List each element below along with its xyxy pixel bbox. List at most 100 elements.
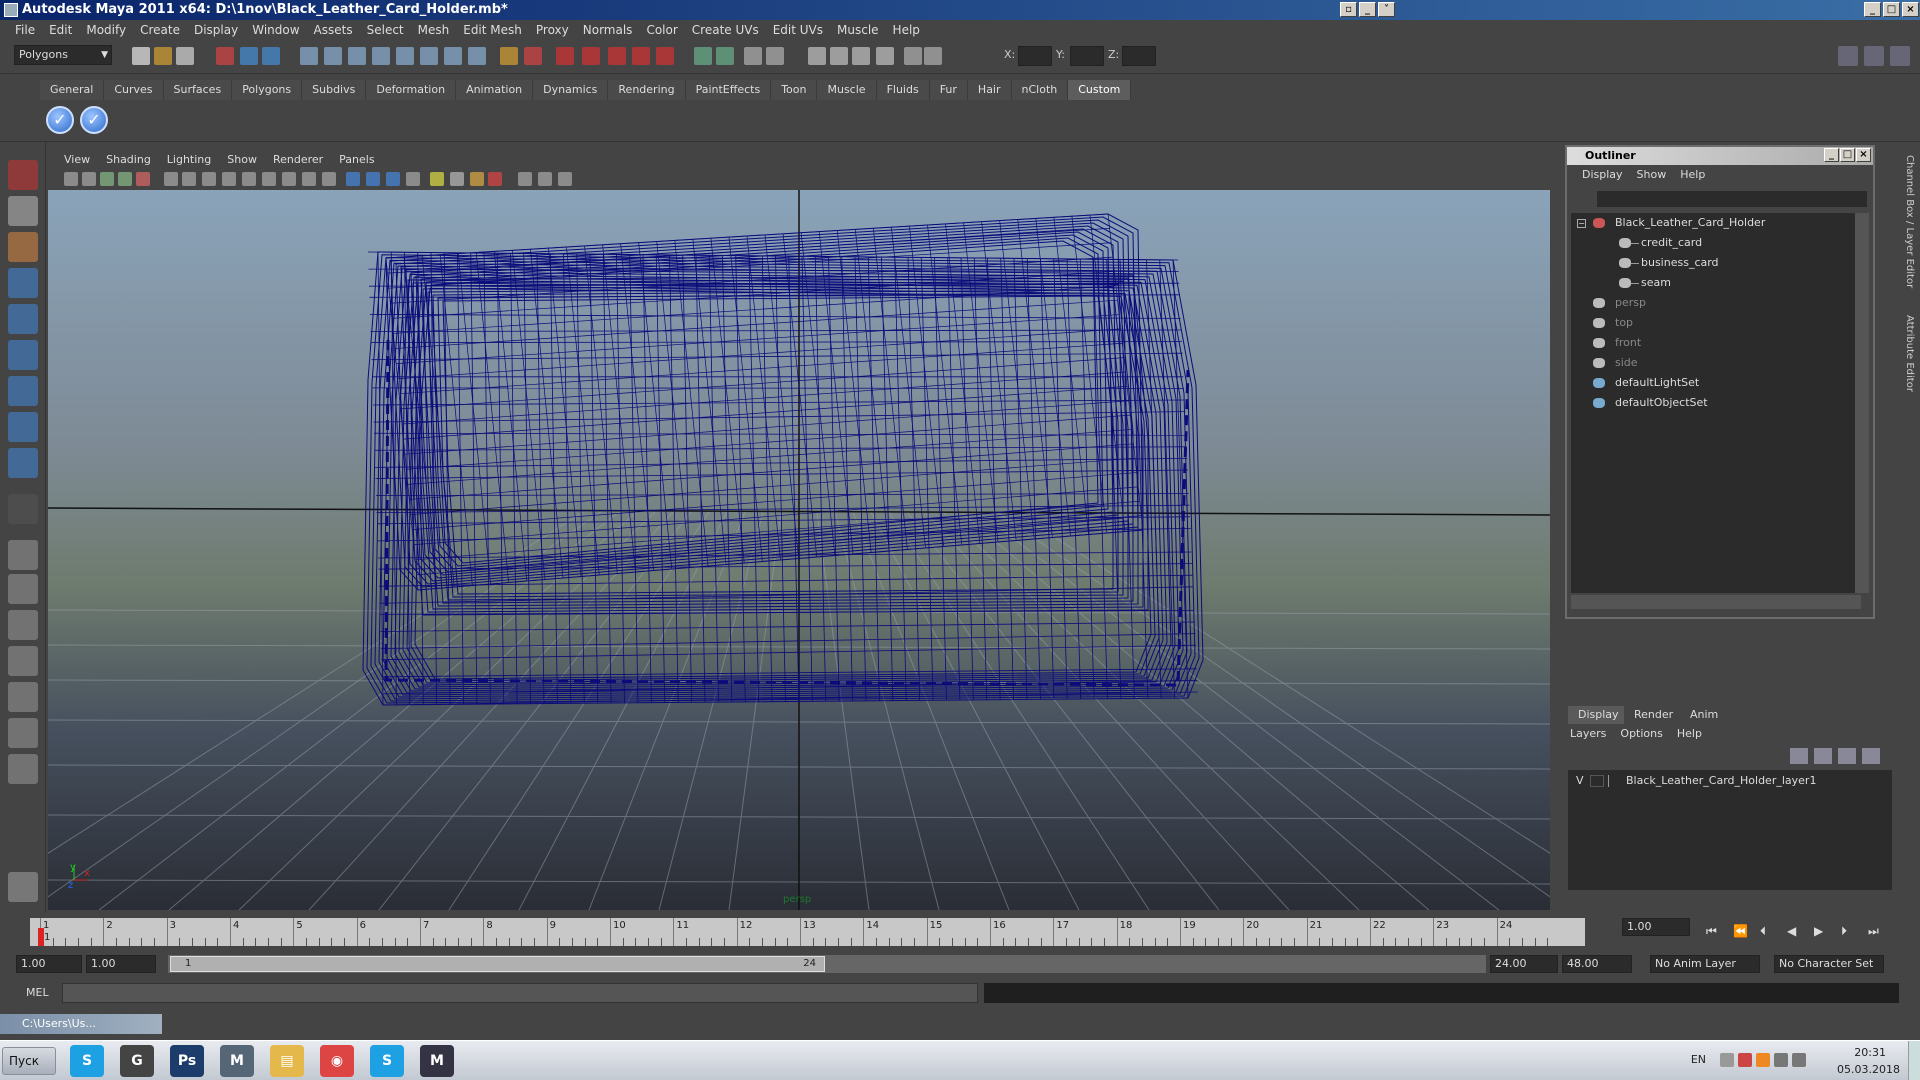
range-slider-thumb[interactable]: 1 24 [170,956,825,972]
menu-window[interactable]: Window [245,23,306,37]
command-language-label[interactable]: MEL [26,986,49,999]
layer-template-toggle[interactable] [1590,775,1604,787]
minimized-child-window[interactable]: C:\Users\Us... [0,1014,162,1034]
status-tool-icon[interactable] [240,47,258,65]
status-tool-icon[interactable] [656,47,674,65]
window-minimize-button[interactable]: _ [1864,2,1881,17]
outliner-scrollbar[interactable] [1855,213,1869,593]
status-tool-icon[interactable] [262,47,280,65]
menu-edit-uvs[interactable]: Edit UVs [766,23,830,37]
layer-tab-display[interactable]: Display [1568,706,1629,724]
menu-modify[interactable]: Modify [79,23,133,37]
viewport-menu-view[interactable]: View [56,153,98,166]
lasso-tool-icon[interactable] [8,196,38,226]
status-tool-icon[interactable] [396,47,414,65]
clock-date[interactable]: 05.03.2018 [1837,1063,1900,1076]
shelf-tab-custom[interactable]: Custom [1068,80,1132,100]
status-tool-icon[interactable] [744,47,762,65]
viewport-menu-renderer[interactable]: Renderer [265,153,331,166]
layer-menu-layers[interactable]: Layers [1570,727,1606,740]
layer-visibility-toggle[interactable]: V [1576,772,1584,790]
status-tool-icon[interactable] [468,47,486,65]
viewport-toolbar-icon[interactable] [262,172,276,186]
shelf-tab-rendering[interactable]: Rendering [608,80,686,100]
menu-mesh[interactable]: Mesh [411,23,457,37]
status-tool-icon[interactable] [852,47,870,65]
step-forward-frame-icon[interactable]: ⏵ [1841,924,1847,939]
layer-menu-help[interactable]: Help [1677,727,1702,740]
chevron-down-icon[interactable]: ˅ [1378,2,1395,17]
menu-proxy[interactable]: Proxy [529,23,576,37]
viewport-toolbar-icon[interactable] [450,172,464,186]
show-manipulator-icon[interactable] [8,448,38,478]
soft-mod-tool-icon[interactable] [8,412,38,442]
custom-shelf-check-icon-2[interactable]: ✓ [80,106,108,134]
layer-tab-anim[interactable]: Anim [1680,706,1729,724]
channel-box-toggle-icon[interactable] [1864,46,1884,66]
outliner-menu-show[interactable]: Show [1630,168,1674,181]
y-field[interactable] [1070,46,1104,66]
clock-time[interactable]: 20:31 [1854,1046,1886,1059]
new-layer-selected-icon[interactable] [1814,748,1832,764]
language-indicator[interactable]: EN [1691,1053,1706,1066]
viewport-toolbar-icon[interactable] [222,172,236,186]
maya-icon[interactable]: M [220,1045,254,1077]
outliner-menu-help[interactable]: Help [1673,168,1712,181]
menu-file[interactable]: File [8,23,42,37]
layout-four-icon[interactable] [8,574,38,604]
tray-app-icon[interactable] [1738,1053,1752,1067]
move-layer-down-icon[interactable] [1862,748,1880,764]
status-tool-icon[interactable] [808,47,826,65]
move-layer-up-icon[interactable] [1838,748,1856,764]
time-slider-bar[interactable]: 1 2 3 4 5 6 7 8 9 10 11 12 13 14 15 16 17 18 19 20 21 22 23 24 1 [30,918,1585,946]
layer-tab-render[interactable]: Render [1624,706,1684,724]
viewport-toolbar-icon[interactable] [470,172,484,186]
move-tool-icon[interactable] [8,268,38,298]
z-field[interactable] [1122,46,1156,66]
status-tool-icon[interactable] [154,47,172,65]
play-backward-icon[interactable]: ◀ [1787,924,1796,938]
status-tool-icon[interactable] [300,47,318,65]
menu-assets[interactable]: Assets [307,23,360,37]
outliner-hscrollbar[interactable] [1571,595,1861,609]
shelf-tab-surfaces[interactable]: Surfaces [163,80,233,100]
viewport-toolbar-icon[interactable] [346,172,360,186]
attribute-editor-tab[interactable]: Attribute Editor [1904,315,1915,392]
outliner-titlebar[interactable]: Outliner _ □ × [1567,147,1873,165]
animation-start-field[interactable]: 1.00 [16,955,82,973]
status-tool-icon[interactable] [216,47,234,65]
status-tool-icon[interactable] [582,47,600,65]
window-maximize-button[interactable]: □ [1883,2,1900,17]
layout-outliner-icon[interactable] [8,610,38,640]
perspective-viewport[interactable]: y x z persp [48,190,1550,910]
viewport-menu-shading[interactable]: Shading [98,153,159,166]
shelf-tab-painteffects[interactable]: PaintEffects [685,80,772,100]
tray-arrow-icon[interactable] [1720,1053,1734,1067]
status-tool-icon[interactable] [830,47,848,65]
quick-layout-icon[interactable] [8,872,38,902]
last-tool-icon[interactable] [8,494,38,524]
menu-create-uvs[interactable]: Create UVs [685,23,766,37]
outliner-item[interactable]: front [1571,333,1861,353]
play-forward-icon[interactable]: ▶ [1814,924,1823,938]
viewport-toolbar-icon[interactable] [322,172,336,186]
go-to-end-icon[interactable]: ⏭ [1868,924,1879,939]
outliner-item[interactable]: seam [1571,273,1861,293]
layer-row[interactable]: V Black_Leather_Card_Holder_layer1 [1568,772,1892,790]
outliner-item[interactable]: top [1571,313,1861,333]
menu-color[interactable]: Color [639,23,684,37]
shelf-tab-ncloth[interactable]: nCloth [1011,80,1069,100]
viewport-menu-panels[interactable]: Panels [331,153,382,166]
skype-icon[interactable]: S [70,1045,104,1077]
status-tool-icon[interactable] [924,47,942,65]
viewport-toolbar-icon[interactable] [118,172,132,186]
status-tool-icon[interactable] [176,47,194,65]
window-close-button[interactable]: × [1902,2,1919,17]
paint-select-tool-icon[interactable] [8,232,38,262]
outliner-filter-field[interactable] [1597,191,1867,207]
new-layer-icon[interactable] [1790,748,1808,764]
menu-edit[interactable]: Edit [42,23,79,37]
outliner-item[interactable]: side [1571,353,1861,373]
network-icon[interactable] [1774,1053,1788,1067]
maya-2-icon[interactable]: M [420,1045,454,1077]
